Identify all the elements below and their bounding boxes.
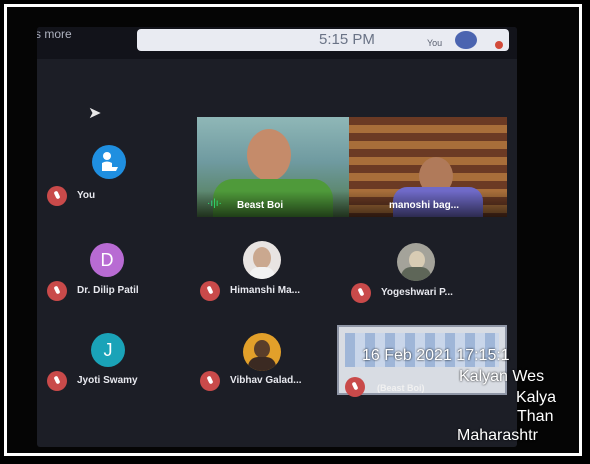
avatar-yogeshwari[interactable] [397, 243, 435, 281]
name-himanshi: Himanshi Ma... [230, 285, 301, 296]
mic-muted-icon [47, 281, 67, 301]
avatar-dilip[interactable]: D [90, 243, 124, 277]
location-line-3: Kalya [516, 389, 557, 406]
avatar-jyoti[interactable]: J [91, 333, 125, 367]
video-name-manoshi: manoshi bag... [389, 200, 460, 211]
mic-muted-icon [47, 371, 67, 391]
self-avatar[interactable] [92, 145, 126, 179]
mouse-cursor-icon: ➤ [88, 105, 102, 122]
name-dilip: Dr. Dilip Patil [77, 285, 139, 296]
video-manoshi[interactable]: manoshi bag... [349, 117, 507, 217]
more-participants-text[interactable]: s more [37, 27, 72, 41]
video-panel[interactable]: ·ı|ı· Beast Boi manoshi bag... [197, 117, 507, 217]
self-avatar-small[interactable] [455, 31, 477, 49]
top-bar: s more 5:15 PM You [37, 27, 517, 59]
name-screen-share: (Beast Boi) [377, 383, 425, 393]
call-info-bar[interactable]: 5:15 PM You [137, 29, 509, 51]
location-line-5: Maharashtr [457, 427, 538, 444]
person-icon [102, 152, 118, 171]
name-vibhav: Vibhav Galad... [230, 375, 302, 386]
location-line-2: Kalyan Wes [459, 368, 545, 385]
audio-wave-icon: ·ı|ı· [207, 198, 222, 209]
mic-muted-icon [47, 186, 67, 206]
timestamp-overlay: 16 Feb 2021 17:15:1 [362, 347, 510, 364]
video-beast-boi[interactable]: ·ı|ı· Beast Boi [197, 117, 349, 217]
location-line-4: Than [517, 408, 554, 425]
video-name-beast-boi: Beast Boi [237, 200, 284, 211]
name-jyoti: Jyoti Swamy [77, 375, 138, 386]
name-yogeshwari: Yogeshwari P... [381, 287, 453, 298]
mute-indicator-icon [495, 41, 503, 49]
avatar-vibhav[interactable] [243, 333, 281, 371]
self-label: You [77, 190, 96, 201]
call-time: 5:15 PM [319, 31, 375, 48]
avatar-himanshi[interactable] [243, 241, 281, 279]
mic-muted-icon [200, 371, 220, 391]
meeting-screen: s more 5:15 PM You ➤ You ·ı|ı· Beast Boi… [37, 27, 517, 447]
you-label: You [427, 38, 443, 48]
mic-muted-icon [200, 281, 220, 301]
photo-frame: s more 5:15 PM You ➤ You ·ı|ı· Beast Boi… [4, 4, 582, 456]
mic-muted-icon [351, 283, 371, 303]
mic-muted-icon [345, 377, 365, 397]
